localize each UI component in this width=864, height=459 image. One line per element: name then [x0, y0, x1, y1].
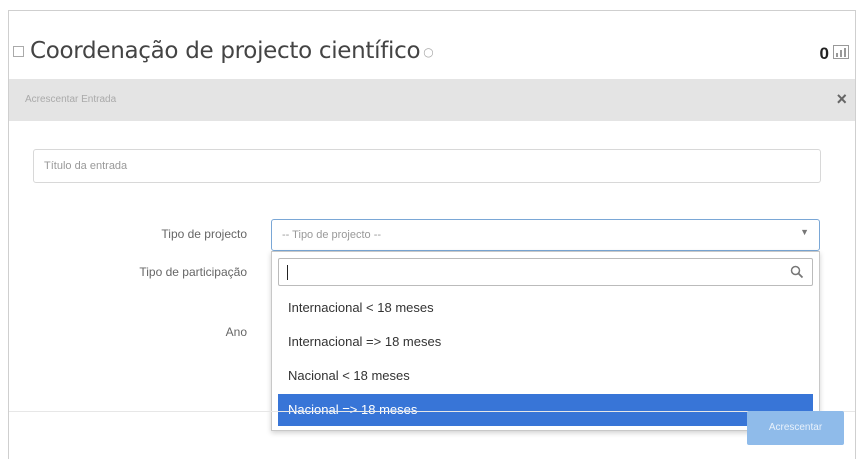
bar-chart-icon[interactable] — [833, 45, 849, 59]
dropdown-option[interactable]: Nacional < 18 meses — [278, 360, 813, 392]
dropdown-option-highlighted[interactable]: Nacional => 18 meses — [278, 394, 813, 426]
page-title: Coordenação de projecto científico ○ — [30, 38, 434, 64]
title-checkbox[interactable] — [13, 46, 24, 57]
search-icon — [790, 265, 804, 279]
text-cursor — [287, 265, 288, 280]
page-title-text: Coordenação de projecto científico — [30, 38, 421, 64]
close-icon[interactable]: × — [836, 89, 847, 110]
entry-count: 0 — [819, 44, 829, 63]
modal-header: Acrescentar Entrada × — [9, 79, 855, 121]
title-row: Coordenação de projecto científico ○ 0 — [9, 11, 855, 79]
label-project-type: Tipo de projecto — [161, 227, 247, 241]
modal-body: Título da entrada Tipo de projecto Tipo … — [9, 121, 855, 431]
card-frame: Coordenação de projecto científico ○ 0 Ac… — [8, 10, 856, 459]
chevron-down-icon[interactable]: ▼ — [800, 227, 809, 237]
submit-button[interactable]: Acrescentar — [747, 411, 844, 445]
info-icon[interactable]: ○ — [423, 45, 433, 59]
project-type-select[interactable]: -- Tipo de projecto -- ▼ — [271, 219, 820, 251]
label-participation-type: Tipo de participação — [139, 265, 247, 279]
dropdown-option[interactable]: Internacional < 18 meses — [278, 292, 813, 324]
dropdown-search-input[interactable] — [278, 258, 813, 286]
project-type-dropdown: Internacional < 18 meses Internacional =… — [271, 251, 820, 431]
entry-title-input[interactable]: Título da entrada — [33, 149, 821, 183]
select-value: -- Tipo de projecto -- — [282, 229, 382, 241]
modal-footer-divider — [9, 411, 855, 412]
label-year: Ano — [225, 325, 247, 339]
dropdown-option[interactable]: Internacional => 18 meses — [278, 326, 813, 358]
modal-title: Acrescentar Entrada — [25, 94, 117, 105]
